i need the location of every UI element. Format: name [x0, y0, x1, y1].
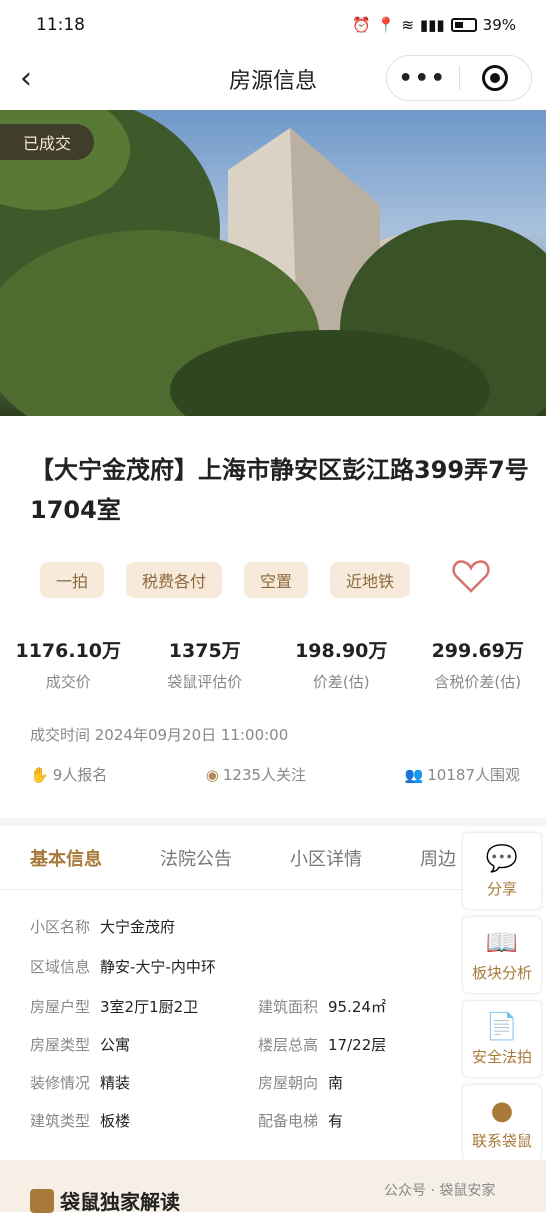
follower-count: ◉1235人关注: [206, 764, 306, 785]
info-key: 房屋类型: [30, 1036, 90, 1054]
tab-community[interactable]: 小区详情: [290, 845, 362, 871]
stat-diff: 198.90万 价差(估): [273, 636, 410, 692]
location-icon: 📍: [377, 16, 396, 34]
info-row: 区域信息静安-大宁-内中环: [30, 956, 216, 977]
info-key: 配备电梯: [258, 1112, 318, 1130]
info-key: 小区名称: [30, 918, 90, 936]
tag-list: 一拍 税费各付 空置 近地铁: [40, 562, 410, 598]
side-label: 板块分析: [472, 962, 532, 983]
signup-text: 9人报名: [53, 766, 108, 784]
deal-time: 成交时间 2024年09月20日 11:00:00: [30, 724, 288, 745]
side-label: 联系袋鼠: [472, 1130, 532, 1151]
stat-label: 含税价差(估): [410, 671, 546, 692]
viewer-text: 10187人围观: [427, 766, 520, 784]
price-stats: 1176.10万 成交价 1375万 袋鼠评估价 198.90万 价差(估) 2…: [0, 636, 546, 692]
info-value: 板楼: [100, 1112, 130, 1130]
stat-value: 1176.10万: [0, 636, 137, 663]
info-row: 楼层总高 17/22层: [258, 1034, 386, 1055]
battery-level: 39%: [483, 16, 516, 34]
stat-value: 299.69万: [410, 636, 546, 663]
follower-text: 1235人关注: [223, 766, 306, 784]
exclusive-title: 袋鼠独家解读: [60, 1186, 180, 1215]
stat-label: 袋鼠评估价: [137, 671, 274, 692]
side-label: 分享: [487, 878, 517, 899]
side-label: 安全法拍: [472, 1046, 532, 1067]
book-icon: 📖: [486, 928, 518, 958]
viewer-count: 👥10187人围观: [405, 764, 520, 785]
info-value: 17/22层: [328, 1036, 386, 1054]
status-badge: 已成交: [0, 124, 94, 160]
tag: 空置: [244, 562, 308, 598]
nav-bar: ‹ 房源信息 •••: [0, 50, 546, 108]
status-time: 11:18: [36, 15, 85, 35]
stat-value: 1375万: [137, 636, 274, 663]
battery-icon: [451, 18, 477, 32]
info-row: 房屋户型 3室2厅1厨2卫: [30, 996, 198, 1017]
page-title: 房源信息: [229, 63, 317, 95]
info-value: 95.24㎡: [328, 998, 386, 1016]
exclusive-heading: 袋鼠独家解读: [30, 1186, 180, 1215]
tag: 税费各付: [126, 562, 222, 598]
stat-deal-price: 1176.10万 成交价: [0, 636, 137, 692]
engagement-meta: ✋9人报名 ◉1235人关注 👥10187人围观: [30, 764, 520, 785]
stat-estimate: 1375万 袋鼠评估价: [137, 636, 274, 692]
info-key: 装修情况: [30, 1074, 90, 1092]
info-row: 配备电梯有: [258, 1110, 343, 1131]
info-value: 精装: [100, 1074, 130, 1092]
info-key: 楼层总高: [258, 1036, 318, 1054]
tag: 近地铁: [330, 562, 410, 598]
tab-surroundings[interactable]: 周边: [420, 845, 456, 871]
section-divider: [0, 818, 546, 826]
tab-basic-info[interactable]: 基本信息: [30, 845, 102, 871]
eye-icon: ◉: [206, 766, 219, 784]
tag: 一拍: [40, 562, 104, 598]
kangaroo-logo-icon: [30, 1189, 54, 1213]
kangaroo-icon: ●: [491, 1096, 514, 1126]
hand-icon: ✋: [30, 766, 49, 784]
info-value: 南: [328, 1074, 343, 1092]
info-value: 静安-大宁-内中环: [100, 958, 216, 976]
info-row: 小区名称大宁金茂府: [30, 916, 175, 937]
info-row: 房屋类型公寓: [30, 1034, 130, 1055]
info-value: 3室2厅1厨2卫: [100, 998, 198, 1016]
signal-icon: ▮▮▮: [420, 16, 445, 34]
chat-bubbles-icon: 💬: [486, 844, 518, 874]
more-button[interactable]: •••: [387, 66, 459, 91]
info-value: 公寓: [100, 1036, 130, 1054]
favorite-heart-icon[interactable]: [452, 560, 490, 598]
info-row: 建筑面积 95.24㎡: [258, 996, 386, 1017]
stat-diff-tax: 299.69万 含税价差(估): [410, 636, 546, 692]
target-icon: [482, 65, 508, 91]
info-key: 房屋朝向: [258, 1074, 318, 1092]
status-icons: ⏰ 📍 ≋ ▮▮▮ 39%: [352, 16, 516, 34]
property-title: 【大宁金茂府】上海市静安区彭江路399弄7号1704室: [30, 450, 530, 530]
close-mini-program-button[interactable]: [460, 65, 532, 91]
info-value: 大宁金茂府: [100, 918, 175, 936]
stat-label: 成交价: [0, 671, 137, 692]
stat-label: 价差(估): [273, 671, 410, 692]
share-button[interactable]: 💬 分享: [462, 832, 542, 910]
contact-button[interactable]: ● 联系袋鼠: [462, 1084, 542, 1162]
mini-program-capsule: •••: [386, 55, 532, 101]
info-row: 房屋朝向南: [258, 1072, 343, 1093]
info-key: 建筑类型: [30, 1112, 90, 1130]
stat-value: 198.90万: [273, 636, 410, 663]
area-analysis-button[interactable]: 📖 板块分析: [462, 916, 542, 994]
safe-auction-button[interactable]: 📄 安全法拍: [462, 1000, 542, 1078]
info-row: 建筑类型板楼: [30, 1110, 130, 1131]
info-value: 有: [328, 1112, 343, 1130]
wifi-icon: ≋: [401, 16, 414, 34]
back-button[interactable]: ‹: [20, 64, 32, 94]
watermark: 公众号 · 袋鼠安家: [384, 1180, 495, 1200]
signup-count: ✋9人报名: [30, 764, 107, 785]
info-row: 装修情况精装: [30, 1072, 130, 1093]
alarm-icon: ⏰: [352, 16, 371, 34]
document-icon: 📄: [486, 1012, 518, 1042]
info-key: 建筑面积: [258, 998, 318, 1016]
tab-court-notice[interactable]: 法院公告: [160, 845, 232, 871]
status-bar: 11:18 ⏰ 📍 ≋ ▮▮▮ 39%: [0, 0, 546, 50]
info-key: 区域信息: [30, 958, 90, 976]
info-key: 房屋户型: [30, 998, 90, 1016]
people-icon: 👥: [405, 766, 424, 784]
